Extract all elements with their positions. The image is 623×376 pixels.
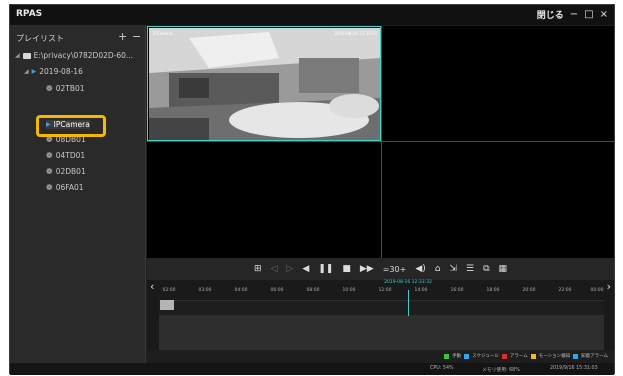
- timeline-cursor-label: 2019-08-16 12:33:32: [384, 280, 432, 285]
- folder-icon: [22, 52, 31, 59]
- legend-label: 知能アラーム: [581, 354, 608, 359]
- video-cell-active[interactable]: IPCamera 2019-08-16 12:33:35 ⁞ ◀) ◙ ⊕ ◌: [147, 26, 381, 159]
- camera-icon: ❁: [46, 183, 53, 192]
- camera-icon: ❁: [46, 167, 53, 176]
- camera-feed-image: [149, 28, 381, 141]
- grid-divider: [381, 26, 382, 258]
- tree-camera-label: 06FA01: [55, 183, 84, 192]
- add-playlist-button[interactable]: +: [118, 30, 127, 43]
- timeline-tick: 10:00: [342, 288, 356, 293]
- prev-frame-icon[interactable]: ◁: [271, 263, 278, 275]
- legend-swatch: [464, 353, 470, 359]
- pause-icon[interactable]: ❚❚: [318, 263, 333, 275]
- next-frame-icon[interactable]: ▷: [286, 263, 293, 275]
- close-app-button[interactable]: 閉じる: [537, 8, 564, 21]
- clip-icon[interactable]: ⌂: [435, 263, 441, 275]
- tree-root-label: E:\privacy\0782D02D-60...: [33, 51, 134, 60]
- timeline-tick: 02:00: [162, 288, 176, 293]
- timeline-next-icon[interactable]: ›: [607, 280, 611, 293]
- status-datetime: 2019/9/16 15:31:03: [550, 366, 598, 371]
- settings-grid-icon[interactable]: ▦: [499, 263, 508, 275]
- legend-swatch: [573, 353, 579, 359]
- timeline-cursor[interactable]: [408, 290, 409, 316]
- timeline-track[interactable]: [159, 300, 604, 316]
- title-bar: RPAS 閉じる − □ ×: [10, 5, 614, 25]
- timeline-lower-track[interactable]: [159, 316, 604, 350]
- camera-icon: ❁: [46, 84, 53, 93]
- timeline-tick: 22:00: [558, 288, 572, 293]
- collapse-icon[interactable]: ◢: [15, 52, 20, 59]
- legend-bar: 手動 スケジュール アラーム モーション検知 知能アラーム: [147, 350, 614, 363]
- timeline-tick: 00:00: [590, 288, 604, 293]
- tree-camera-label: 02DB01: [55, 167, 86, 176]
- recording-segment[interactable]: [160, 300, 174, 310]
- tree-camera-item[interactable]: ❁ 02DB01: [46, 167, 86, 176]
- cpu-usage: CPU: 54%: [430, 366, 454, 371]
- video-cell[interactable]: [147, 142, 381, 258]
- video-grid: IPCamera 2019-08-16 12:33:35 ⁞ ◀) ◙ ⊕ ◌: [147, 26, 614, 258]
- list-icon[interactable]: ☰: [466, 263, 474, 275]
- app-window: RPAS 閉じる − □ × プレイリスト + − ◢ E:\privacy\0…: [9, 4, 615, 375]
- rewind-icon[interactable]: ◀: [302, 263, 309, 275]
- timeline-prev-icon[interactable]: ‹: [150, 280, 154, 293]
- playback-speed[interactable]: =30+: [383, 265, 407, 274]
- tree-camera-label: 04TD01: [55, 151, 86, 160]
- tree-camera-item[interactable]: ❁ 04TD01: [46, 151, 85, 160]
- playback-controls: ⊞ ◁ ▷ ◀ ❚❚ ■ ▶▶ =30+ ◀) ⌂ ⇲ ☰ ⧉ ▦: [147, 258, 614, 280]
- camera-timestamp-overlay: 2019-08-16 12:33:35: [334, 31, 377, 36]
- legend-label: アラーム: [509, 354, 528, 359]
- timeline-tick: 18:00: [486, 288, 500, 293]
- playlist-sidebar: プレイリスト + − ◢ E:\privacy\0782D02D-60... ◢…: [10, 25, 146, 363]
- close-button[interactable]: ×: [600, 9, 608, 21]
- camera-feed: IPCamera 2019-08-16 12:33:35: [149, 28, 381, 141]
- window-controls: 閉じる − □ ×: [537, 8, 608, 22]
- selection-highlight: [36, 115, 106, 137]
- memory-usage: メモリ使用: 68%: [482, 368, 520, 373]
- timeline-ticks: 02:00 03:00 04:00 06:00 08:00 10:00 12:0…: [159, 288, 604, 298]
- legend-swatch: [501, 353, 507, 359]
- stop-icon[interactable]: ■: [342, 263, 351, 275]
- timeline-tick: 03:00: [198, 288, 212, 293]
- fast-forward-icon[interactable]: ▶▶: [360, 263, 374, 275]
- legend-label: スケジュール: [472, 354, 499, 359]
- tree-camera-label: 02TB01: [55, 84, 85, 93]
- timeline-tick: 06:00: [270, 288, 284, 293]
- camera-icon: ❁: [46, 151, 53, 160]
- play-icon: ▶: [31, 68, 37, 75]
- grid-divider: [147, 141, 614, 142]
- timeline-tick: 12:00: [378, 288, 392, 293]
- legend-swatch: [444, 353, 450, 359]
- legend-label: モーション検知: [538, 354, 571, 359]
- tree-date-label: 2019-08-16: [39, 67, 83, 76]
- tree-date-node[interactable]: ◢ ▶ 2019-08-16: [24, 67, 83, 76]
- layout-icon[interactable]: ⊞: [254, 263, 262, 275]
- recording-type-legend: 手動 スケジュール アラーム モーション検知 知能アラーム: [444, 353, 608, 359]
- export-icon[interactable]: ⇲: [449, 263, 457, 275]
- camera-name-overlay: IPCamera: [153, 31, 173, 36]
- timeline[interactable]: ‹ › 02:00 03:00 04:00 06:00 08:00 10:00 …: [147, 280, 614, 350]
- legend-swatch: [530, 353, 536, 359]
- legend-label: 手動: [452, 354, 462, 359]
- timeline-tick: 20:00: [522, 288, 536, 293]
- collapse-icon[interactable]: ◢: [24, 68, 29, 75]
- maximize-button[interactable]: □: [584, 9, 593, 21]
- status-bar: CPU: 54% メモリ使用: 68% 2019/9/16 15:31:03: [10, 363, 614, 375]
- video-cell[interactable]: [382, 142, 614, 258]
- tree-root-folder[interactable]: ◢ E:\privacy\0782D02D-60...: [15, 51, 133, 60]
- timeline-tick: 04:00: [234, 288, 248, 293]
- video-cell[interactable]: [382, 26, 614, 141]
- timeline-tick: 08:00: [306, 288, 320, 293]
- tree-camera-item[interactable]: ❁ 06FA01: [46, 183, 84, 192]
- remove-playlist-button[interactable]: −: [132, 30, 141, 43]
- playlist-heading: プレイリスト: [16, 34, 64, 43]
- app-title: RPAS: [16, 9, 43, 19]
- timeline-tick: 16:00: [450, 288, 464, 293]
- tree-camera-item[interactable]: ❁ 02TB01: [46, 84, 85, 93]
- volume-icon[interactable]: ◀): [415, 263, 425, 275]
- minimize-button[interactable]: −: [570, 9, 578, 21]
- window-icon[interactable]: ⧉: [483, 263, 489, 275]
- timeline-tick: 14:00: [414, 288, 428, 293]
